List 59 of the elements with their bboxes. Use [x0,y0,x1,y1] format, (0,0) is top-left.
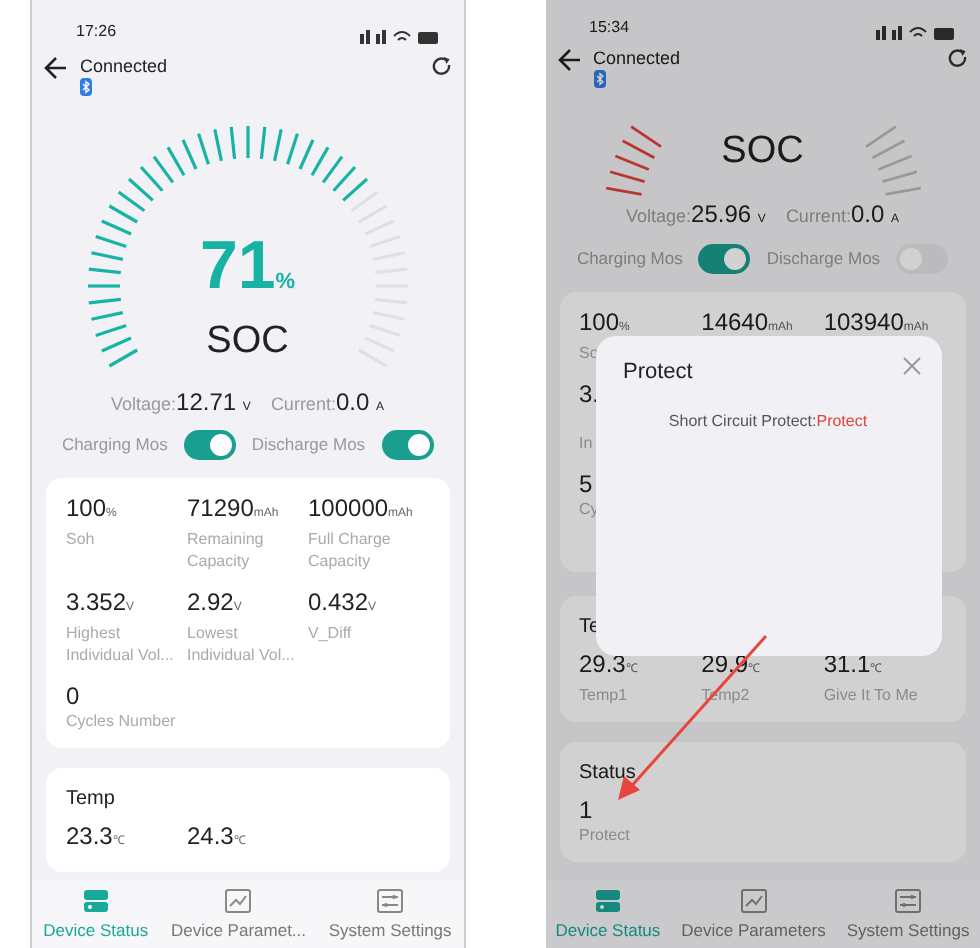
connection-status: Connected [80,55,168,78]
stat-label: Lowest Individual Vol... [187,622,297,667]
nav-tab[interactable]: Device Parameters [681,888,826,944]
bluetooth-icon [80,77,92,96]
switch-label: Charging Mos [576,245,683,271]
sliders-icon [894,888,923,915]
stat-label: Protect [579,824,630,846]
stat-label: In [579,432,593,454]
card-title: Temp [66,786,117,815]
refresh-icon[interactable] [431,55,451,76]
dialog-title: Protect [623,358,693,388]
nav-tab[interactable]: Device Status [43,888,149,944]
server-icon [593,888,622,915]
stat-value: 3. [579,380,600,408]
toggle-switch[interactable] [381,429,434,460]
status-icons [359,29,439,44]
stat-label: Remaining Capacity [187,528,266,573]
nav-tab[interactable]: Device Paramet... [170,888,307,944]
switch-label: Charging Mos [61,432,168,458]
stat-value: 0 [66,682,80,711]
reading-label: Voltage: [111,393,177,414]
reading-label: Current: [270,393,336,414]
back-arrow-icon[interactable] [557,48,581,72]
chart-icon [224,888,253,915]
close-icon [901,356,921,376]
reading-label: Current: [785,206,851,226]
toggle-switch[interactable] [698,243,751,273]
stat-label: Give It To Me [823,684,918,706]
stat-label: Cycles Number [66,710,176,733]
status-time: 15:34 [589,16,630,40]
card-title: Status [579,760,638,788]
soc-label: SOC [719,132,806,172]
chart-icon [739,888,768,915]
refresh-icon[interactable] [948,48,968,68]
stat-label: V_Diff [308,622,352,645]
switch-label: Discharge Mos [766,245,881,271]
back-arrow-icon[interactable] [44,55,68,80]
soc-label: SOC [204,322,291,363]
stat-label: Soh [66,528,95,551]
soc-percentage: 71% [197,230,298,309]
nav-tab[interactable]: Device Status [555,888,661,944]
toggle-switch[interactable] [183,429,236,460]
stat-label: Full Charge Capacity [308,528,393,573]
switch-label: Discharge Mos [251,432,366,458]
status-icons [876,26,956,40]
status-time: 17:26 [76,19,117,44]
stat-label: Highest Individual Vol... [66,622,176,667]
bluetooth-icon [593,70,605,88]
protect-message: Short Circuit Protect:Protect [666,409,870,433]
reading-label: Voltage: [626,206,692,226]
server-icon [81,888,110,915]
connection-status: Connected [593,48,681,70]
nav-tab[interactable]: System Settings [846,888,970,944]
close-button[interactable] [901,356,921,376]
stat-value: 5 [579,470,593,498]
stat-value: 1 [579,796,593,824]
nav-tab[interactable]: System Settings [328,888,452,944]
stat-label: Temp1 [579,684,628,706]
sliders-icon [376,888,405,915]
